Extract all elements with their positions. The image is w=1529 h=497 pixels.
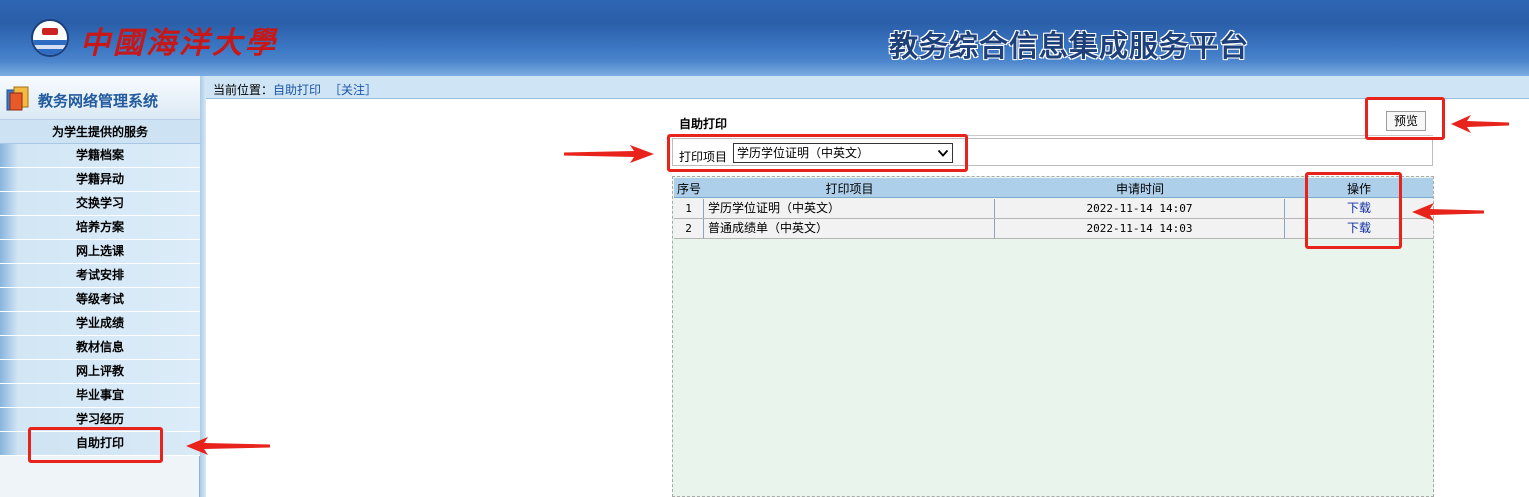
annotation-highlight-box [667,134,968,172]
header-banner: 中國海洋大學 教务综合信息集成服务平台 [0,0,1529,76]
row-print-item: 普通成绩单（中英文） [704,219,995,238]
follow-link[interactable]: ［关注］ [329,83,377,97]
annotation-arrow-icon [564,145,654,163]
row-number: 2 [674,219,704,238]
book-icon [6,86,29,111]
sidebar-item-student-records[interactable]: 学籍档案 [0,144,200,168]
system-title: 教务网络管理系统 [38,92,159,110]
sidebar-item-grades[interactable]: 学业成绩 [0,312,200,336]
sidebar-menu: 学籍档案 学籍异动 交换学习 培养方案 网上选课 考试安排 等级考试 学业成绩 … [0,144,200,456]
annotation-highlight-box [1305,172,1402,249]
row-apply-time: 2022-11-14 14:07 [995,199,1285,218]
university-emblem-icon [31,19,69,57]
sidebar-item-teaching-evaluation[interactable]: 网上评教 [0,360,200,384]
panel-title: 自助打印 [679,117,728,131]
breadcrumb: 当前位置：自助打印 ［关注］ [213,81,377,98]
annotation-highlight-box [1365,97,1445,140]
sidebar-item-exchange-study[interactable]: 交换学习 [0,192,200,216]
sidebar-item-training-plan[interactable]: 培养方案 [0,216,200,240]
platform-title: 教务综合信息集成服务平台 [889,29,1250,63]
school-name: 中國海洋大學 [80,26,278,61]
annotation-highlight-box [28,427,163,463]
sidebar-splitter[interactable] [200,76,206,497]
row-number: 1 [674,199,704,218]
sidebar-item-textbooks[interactable]: 教材信息 [0,336,200,360]
column-header-time: 申请时间 [1115,182,1164,196]
row-print-item: 学历学位证明（中英文） [704,199,995,218]
sidebar-item-exam-schedule[interactable]: 考试安排 [0,264,200,288]
column-header-no: 序号 [676,182,701,196]
sidebar-item-course-selection[interactable]: 网上选课 [0,240,200,264]
annotation-arrow-icon [1412,203,1484,221]
sidebar-item-level-exam[interactable]: 等级考试 [0,288,200,312]
sidebar-system-header: 教务网络管理系统 [0,76,200,120]
column-header-item: 打印项目 [825,182,874,196]
services-section-title: 为学生提供的服务 [0,120,200,144]
sidebar-item-status-change[interactable]: 学籍异动 [0,168,200,192]
sidebar-item-graduation[interactable]: 毕业事宜 [0,384,200,408]
annotation-arrow-icon [186,437,270,455]
breadcrumb-current[interactable]: 自助打印 [273,83,321,97]
breadcrumb-prefix: 当前位置： [213,83,274,97]
location-bar: 当前位置：自助打印 ［关注］ [206,76,1529,99]
header-wave [0,62,1529,76]
row-apply-time: 2022-11-14 14:03 [995,219,1285,238]
page: 中國海洋大學 教务综合信息集成服务平台 教务网络管理系统 为学生提供的服务 学籍… [0,0,1529,497]
annotation-arrow-icon [1451,115,1509,133]
